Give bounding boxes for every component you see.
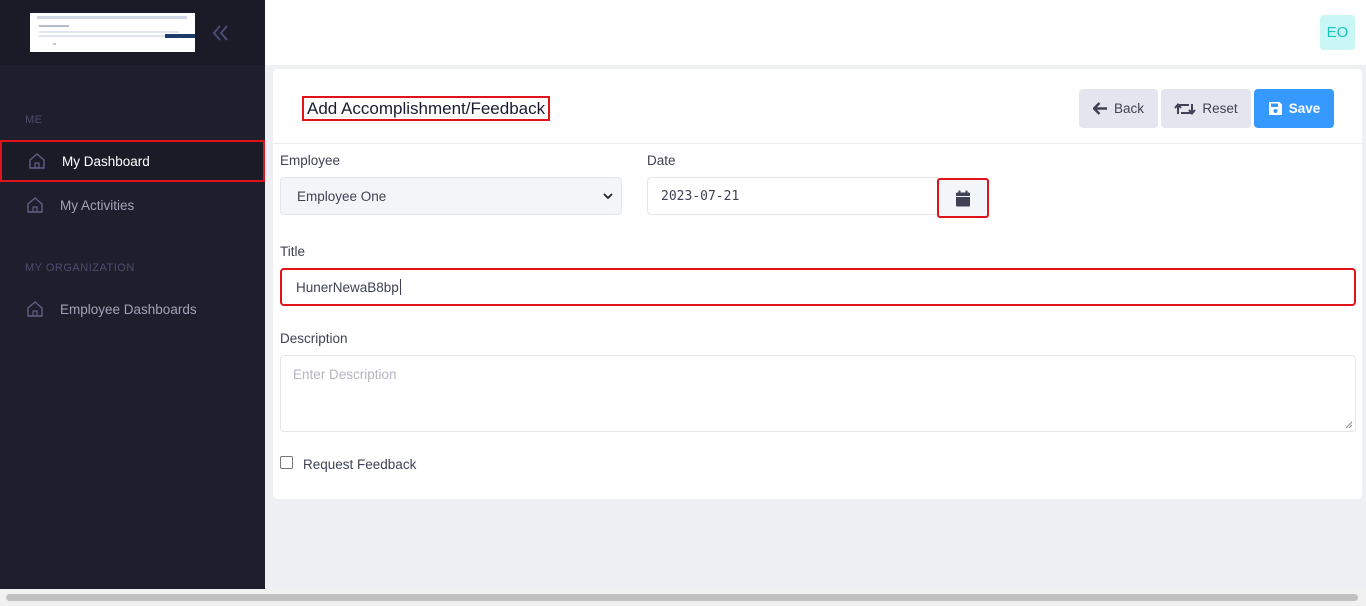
save-label: Save — [1288, 101, 1321, 116]
title-label: Title — [280, 244, 306, 259]
menu-section-my-organization: MY ORGANIZATION — [25, 262, 135, 274]
home-icon — [26, 150, 48, 172]
sidebar-item-label: My Dashboard — [62, 153, 150, 169]
request-feedback-checkbox[interactable] — [280, 456, 293, 469]
form-card: Add Accomplishment/Feedback Back Reset S — [273, 69, 1362, 499]
save-icon — [1268, 102, 1282, 115]
card-header: Add Accomplishment/Feedback Back Reset S — [273, 69, 1362, 144]
date-label: Date — [647, 153, 676, 168]
sidebar-item-label: My Activities — [60, 197, 135, 213]
calendar-button[interactable] — [937, 178, 989, 218]
topbar: EO — [265, 0, 1366, 65]
logo[interactable] — [25, 13, 195, 52]
back-button[interactable]: Back — [1079, 89, 1158, 128]
sidebar-item-my-dashboard[interactable]: My Dashboard — [0, 140, 265, 182]
home-icon — [24, 298, 46, 320]
employee-select-value: Employee One — [297, 188, 387, 204]
back-label: Back — [1113, 101, 1144, 116]
chevron-down-icon — [603, 193, 613, 200]
calendar-icon — [956, 190, 970, 206]
reset-label: Reset — [1202, 101, 1238, 116]
sidebar-item-my-activities[interactable]: My Activities — [0, 184, 265, 226]
employee-select[interactable]: Employee One — [280, 177, 622, 215]
title-input-value: HunerNewaB8bp — [296, 279, 399, 295]
reset-button[interactable]: Reset — [1161, 89, 1251, 128]
request-feedback-label: Request Feedback — [303, 457, 417, 472]
collapse-sidebar-icon[interactable] — [209, 22, 233, 44]
save-button[interactable]: Save — [1254, 89, 1334, 128]
date-input[interactable]: 2023-07-21 — [647, 177, 939, 215]
resize-handle-icon[interactable] — [1345, 421, 1353, 429]
page-title: Add Accomplishment/Feedback — [302, 96, 551, 121]
title-input[interactable]: HunerNewaB8bp — [280, 268, 1356, 306]
menu-section-me: ME — [25, 114, 43, 126]
horizontal-scrollbar[interactable] — [0, 589, 1366, 606]
arrow-left-icon — [1092, 102, 1107, 115]
text-caret — [399, 279, 401, 295]
description-placeholder: Enter Description — [293, 367, 397, 382]
avatar[interactable]: EO — [1320, 15, 1355, 50]
description-label: Description — [280, 331, 348, 346]
sidebar-brand — [0, 0, 265, 65]
sidebar-item-employee-dashboards[interactable]: Employee Dashboards — [0, 288, 265, 330]
employee-label: Employee — [280, 153, 341, 168]
sidebar: ME My Dashboard My Activities MY ORGANIZ… — [0, 0, 265, 589]
retweet-icon — [1174, 102, 1197, 115]
scrollbar-thumb[interactable] — [6, 594, 1358, 601]
home-icon — [24, 194, 46, 216]
description-textarea[interactable]: Enter Description — [280, 355, 1356, 432]
sidebar-item-label: Employee Dashboards — [60, 301, 197, 317]
